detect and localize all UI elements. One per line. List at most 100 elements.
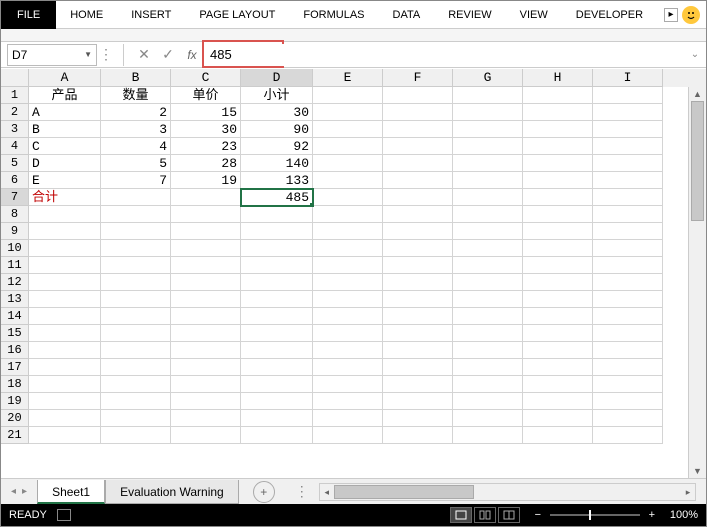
cell-H3[interactable] [523,121,593,138]
select-all-corner[interactable] [1,69,29,87]
cell-D18[interactable] [241,376,313,393]
cell-F9[interactable] [383,223,453,240]
col-header-h[interactable]: H [523,69,593,87]
cell-A7[interactable]: 合计 [29,189,101,206]
cell-C9[interactable] [171,223,241,240]
cell-E10[interactable] [313,240,383,257]
page-layout-view-button[interactable] [474,507,496,523]
cell-C2[interactable]: 15 [171,104,241,121]
cell-H13[interactable] [523,291,593,308]
cell-H17[interactable] [523,359,593,376]
insert-function-button[interactable]: fx [180,48,204,62]
add-sheet-button[interactable]: + [253,481,275,503]
col-header-d[interactable]: D [241,69,313,87]
cell-A2[interactable]: A [29,104,101,121]
cell-G21[interactable] [453,427,523,444]
cell-F12[interactable] [383,274,453,291]
cell-C12[interactable] [171,274,241,291]
macro-record-icon[interactable] [57,509,71,521]
cell-H9[interactable] [523,223,593,240]
cell-C13[interactable] [171,291,241,308]
cell-C7[interactable] [171,189,241,206]
row-header[interactable]: 5 [1,155,29,172]
cell-E13[interactable] [313,291,383,308]
namebox-resize-handle[interactable]: ⋮ [97,46,115,63]
cell-I4[interactable] [593,138,663,155]
cell-H10[interactable] [523,240,593,257]
col-header-e[interactable]: E [313,69,383,87]
cell-E18[interactable] [313,376,383,393]
cell-E7[interactable] [313,189,383,206]
col-header-g[interactable]: G [453,69,523,87]
cell-B12[interactable] [101,274,171,291]
tab-nav-next-icon[interactable]: ▸ [22,486,27,497]
cell-F3[interactable] [383,121,453,138]
cell-D17[interactable] [241,359,313,376]
cell-H5[interactable] [523,155,593,172]
row-header[interactable]: 2 [1,104,29,121]
cell-G6[interactable] [453,172,523,189]
cell-A19[interactable] [29,393,101,410]
vertical-scrollbar[interactable]: ▲ ▼ [688,87,706,478]
cell-A21[interactable] [29,427,101,444]
enter-button[interactable]: ✓ [156,46,180,63]
horizontal-scroll-thumb[interactable] [334,485,474,499]
cell-I11[interactable] [593,257,663,274]
tab-page-layout[interactable]: PAGE LAYOUT [185,1,289,29]
cell-A12[interactable] [29,274,101,291]
cell-B6[interactable]: 7 [101,172,171,189]
cell-I7[interactable] [593,189,663,206]
cell-B13[interactable] [101,291,171,308]
cell-E2[interactable] [313,104,383,121]
zoom-percent[interactable]: 100% [670,509,698,521]
cell-F21[interactable] [383,427,453,444]
row-header[interactable]: 11 [1,257,29,274]
cell-F4[interactable] [383,138,453,155]
cell-C20[interactable] [171,410,241,427]
row-header[interactable]: 14 [1,308,29,325]
cell-D2[interactable]: 30 [241,104,313,121]
cell-C4[interactable]: 23 [171,138,241,155]
cell-F1[interactable] [383,87,453,104]
cell-H18[interactable] [523,376,593,393]
cell-C3[interactable]: 30 [171,121,241,138]
sheet-tab-sheet1[interactable]: Sheet1 [37,480,105,504]
col-header-i[interactable]: I [593,69,663,87]
cell-C6[interactable]: 19 [171,172,241,189]
cell-H6[interactable] [523,172,593,189]
cell-D10[interactable] [241,240,313,257]
page-break-view-button[interactable] [498,507,520,523]
cell-C16[interactable] [171,342,241,359]
cell-F6[interactable] [383,172,453,189]
cell-F8[interactable] [383,206,453,223]
cell-H14[interactable] [523,308,593,325]
row-header[interactable]: 16 [1,342,29,359]
cell-I9[interactable] [593,223,663,240]
cell-F13[interactable] [383,291,453,308]
cell-C15[interactable] [171,325,241,342]
cell-B10[interactable] [101,240,171,257]
tab-review[interactable]: REVIEW [434,1,505,29]
normal-view-button[interactable] [450,507,472,523]
cell-D15[interactable] [241,325,313,342]
scroll-right-arrow-icon[interactable]: ▸ [681,484,695,500]
cell-A18[interactable] [29,376,101,393]
cell-A5[interactable]: D [29,155,101,172]
cell-I12[interactable] [593,274,663,291]
row-header[interactable]: 15 [1,325,29,342]
cell-B1[interactable]: 数量 [101,87,171,104]
scroll-up-arrow-icon[interactable]: ▲ [689,87,706,101]
cell-G5[interactable] [453,155,523,172]
cell-A20[interactable] [29,410,101,427]
cell-G3[interactable] [453,121,523,138]
tab-view[interactable]: VIEW [506,1,562,29]
cell-I21[interactable] [593,427,663,444]
cell-A1[interactable]: 产品 [29,87,101,104]
row-header[interactable]: 19 [1,393,29,410]
cell-E17[interactable] [313,359,383,376]
tab-home[interactable]: HOME [56,1,117,29]
cell-E9[interactable] [313,223,383,240]
cell-I6[interactable] [593,172,663,189]
cell-B9[interactable] [101,223,171,240]
cell-B7[interactable] [101,189,171,206]
